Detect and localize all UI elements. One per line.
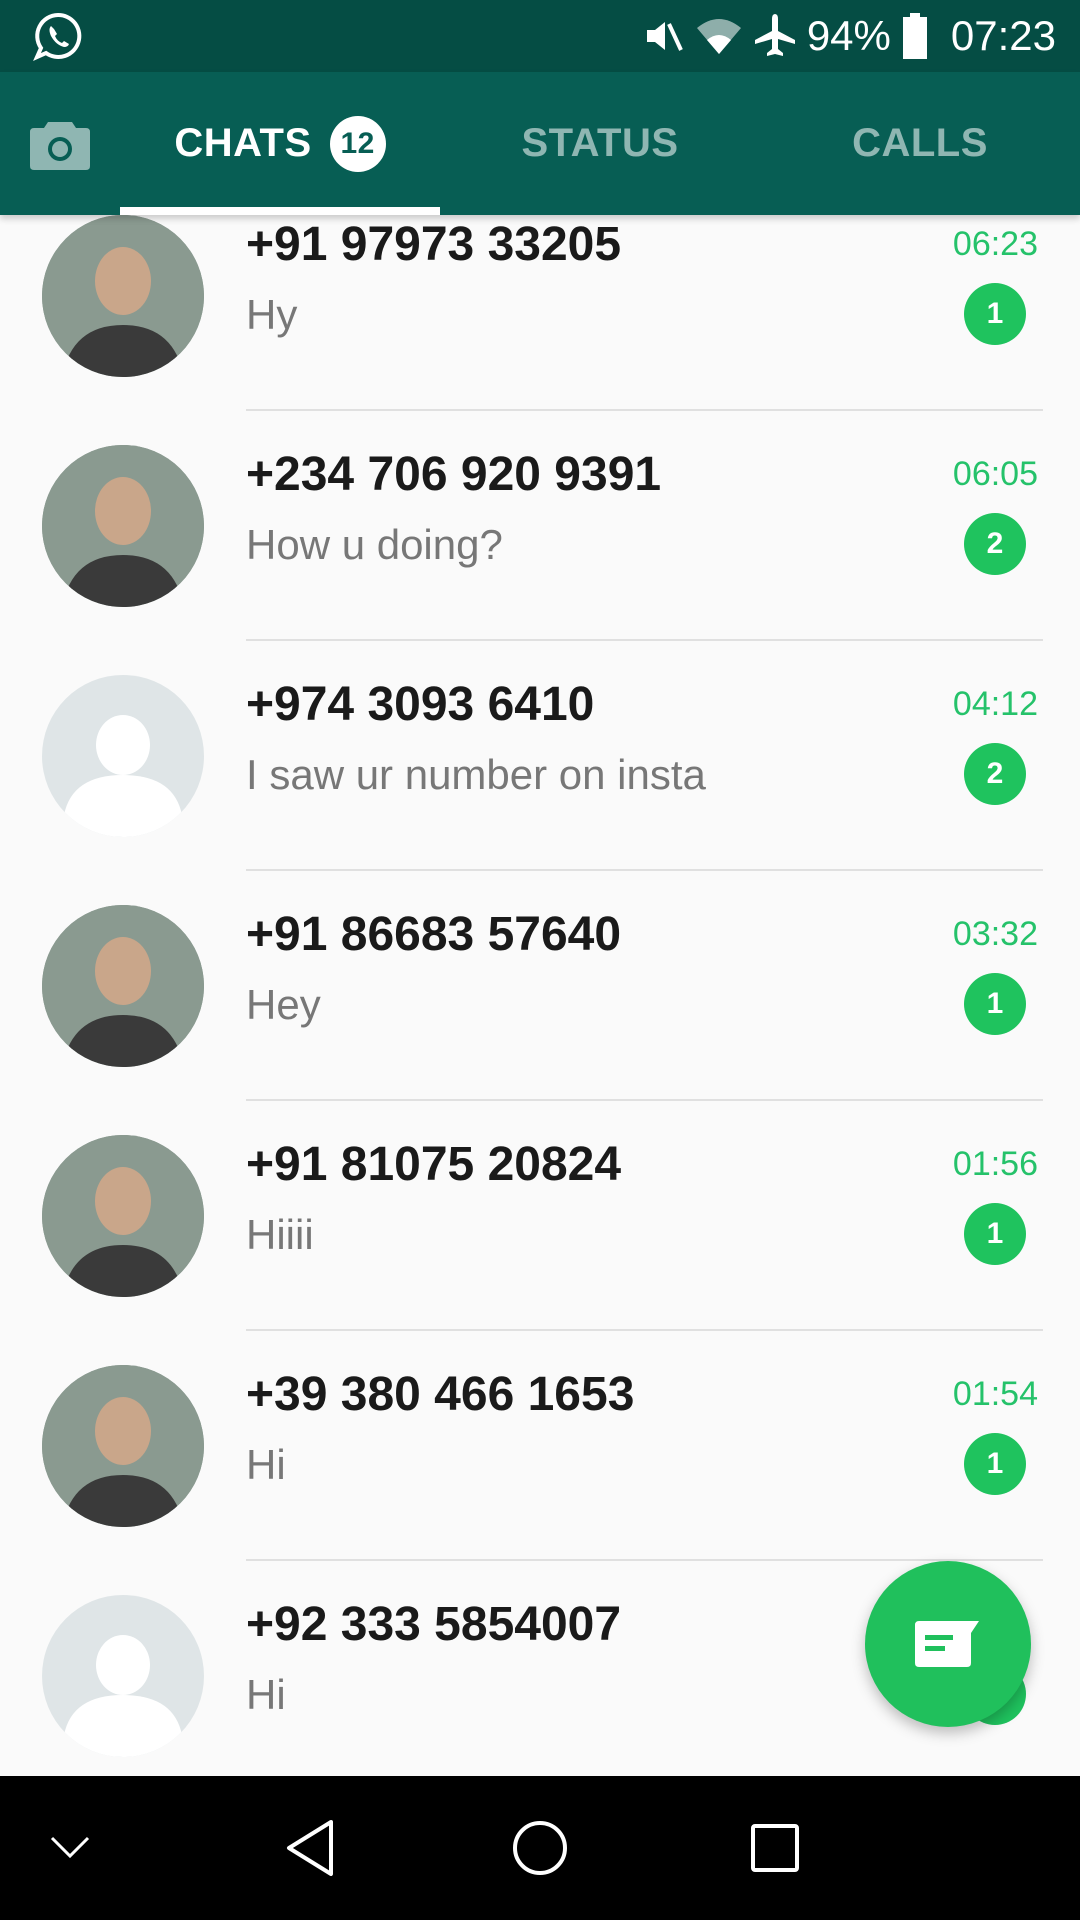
battery-percent: 94% <box>806 12 891 59</box>
unread-badge: 1 <box>964 1433 1026 1495</box>
tab-status[interactable]: STATUS <box>440 72 760 215</box>
unread-badge: 1 <box>964 283 1026 345</box>
chat-row[interactable]: +91 97973 33205 Hy 06:23 1 <box>0 215 1080 411</box>
tab-calls[interactable]: CALLS <box>760 72 1080 215</box>
airplane-icon <box>754 14 795 56</box>
tab-chats-label: CHATS <box>174 121 312 165</box>
contact-name: +91 97973 33205 <box>246 218 622 271</box>
last-message: I saw ur number on insta <box>246 751 706 798</box>
navigation-bar <box>0 1776 1080 1920</box>
chat-row[interactable]: +91 81075 20824 Hiiii 01:56 1 <box>0 1101 1080 1331</box>
back-icon <box>287 1820 333 1876</box>
contact-name: +234 706 920 9391 <box>246 448 662 501</box>
recents-button[interactable] <box>725 1776 825 1920</box>
avatar[interactable] <box>42 1135 204 1297</box>
last-message: Hiiii <box>246 1211 314 1258</box>
tab-chats[interactable]: CHATS 12 <box>120 72 440 215</box>
profile-photo <box>42 1365 204 1527</box>
chat-list[interactable]: +91 97973 33205 Hy 06:23 1 +234 706 920 … <box>0 215 1080 1776</box>
home-icon <box>513 1821 567 1875</box>
contact-name: +92 333 5854007 <box>246 1598 622 1651</box>
unread-chats-badge: 12 <box>329 115 386 172</box>
profile-photo <box>42 905 204 1067</box>
message-time: 04:12 <box>952 685 1038 723</box>
profile-photo <box>42 1135 204 1297</box>
clock: 07:23 <box>950 12 1056 59</box>
status-bar: 94% 07:23 <box>0 0 1080 72</box>
chat-row[interactable]: +234 706 920 9391 How u doing? 06:05 2 <box>0 411 1080 641</box>
battery-icon <box>902 13 927 59</box>
avatar[interactable] <box>42 905 204 1067</box>
unread-badge: 2 <box>964 513 1026 575</box>
message-time: 01:54 <box>952 1375 1038 1413</box>
contact-name: +91 81075 20824 <box>246 1138 622 1191</box>
avatar[interactable] <box>42 675 204 837</box>
tab-calls-label: CALLS <box>852 121 988 165</box>
chat-row[interactable]: +91 86683 57640 Hey 03:32 1 <box>0 871 1080 1101</box>
status-icons: 94% 07:23 <box>641 0 1056 72</box>
avatar[interactable] <box>42 445 204 607</box>
tab-status-label: STATUS <box>521 121 679 165</box>
unread-badge: 1 <box>964 973 1026 1035</box>
chat-row[interactable]: +974 3093 6410 I saw ur number on insta … <box>0 641 1080 871</box>
collapse-button[interactable] <box>30 1776 110 1920</box>
contact-name: +974 3093 6410 <box>246 678 595 731</box>
last-message: Hy <box>246 291 298 338</box>
active-tab-indicator <box>120 207 440 215</box>
message-time: 06:05 <box>952 455 1038 493</box>
last-message: How u doing? <box>246 521 503 568</box>
unread-badge: 2 <box>964 743 1026 805</box>
avatar[interactable] <box>42 215 204 377</box>
mute-icon <box>646 22 683 51</box>
message-time: 06:23 <box>952 225 1038 263</box>
home-button[interactable] <box>490 1776 590 1920</box>
collapse-icon <box>50 1836 90 1859</box>
tab-bar: CHATS 12 STATUS CALLS <box>0 72 1080 215</box>
whatsapp-icon <box>33 12 82 61</box>
avatar[interactable] <box>42 1365 204 1527</box>
contact-name: +39 380 466 1653 <box>246 1368 635 1421</box>
message-time: 03:32 <box>952 915 1038 953</box>
recents-icon <box>751 1824 799 1872</box>
back-button[interactable] <box>260 1776 360 1920</box>
camera-icon[interactable] <box>28 118 92 172</box>
contact-name: +91 86683 57640 <box>246 908 622 961</box>
last-message: Hi <box>246 1441 286 1488</box>
new-chat-icon <box>915 1621 979 1667</box>
wifi-icon <box>696 19 741 54</box>
profile-photo <box>42 215 204 377</box>
default-avatar-icon <box>64 1635 182 1757</box>
new-chat-button[interactable] <box>865 1561 1031 1727</box>
chat-row[interactable]: +39 380 466 1653 Hi 01:54 1 <box>0 1331 1080 1561</box>
avatar[interactable] <box>42 1595 204 1757</box>
profile-photo <box>42 445 204 607</box>
last-message: Hey <box>246 981 321 1028</box>
unread-badge: 1 <box>964 1203 1026 1265</box>
default-avatar-icon <box>64 715 182 837</box>
last-message: Hi <box>246 1671 286 1718</box>
message-time: 01:56 <box>952 1145 1038 1183</box>
